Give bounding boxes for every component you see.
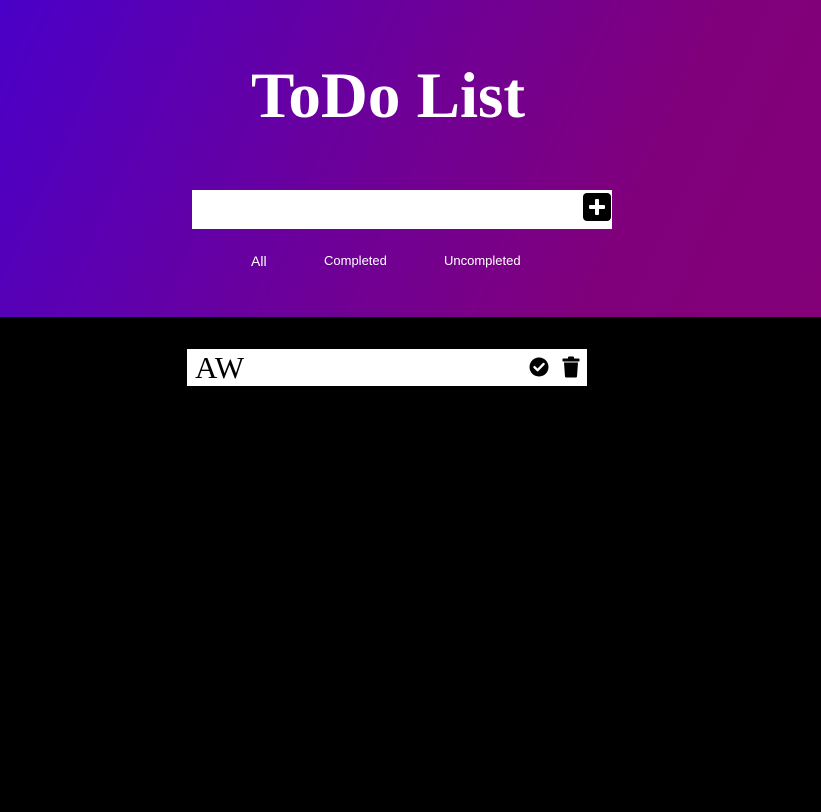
todo-text: AW: [195, 350, 245, 385]
filter-all[interactable]: All: [251, 252, 267, 270]
filter-completed[interactable]: Completed: [324, 252, 387, 270]
delete-todo-button[interactable]: [562, 356, 580, 378]
todo-item: AW: [187, 349, 587, 386]
new-todo-form: [192, 190, 612, 229]
complete-todo-button[interactable]: [529, 357, 549, 377]
header: ToDo List All Completed Uncompleted: [0, 0, 821, 317]
add-todo-button[interactable]: [583, 193, 611, 221]
page-title: ToDo List: [251, 60, 525, 132]
plus-icon: [589, 199, 605, 215]
check-circle-icon: [529, 357, 549, 377]
todo-input[interactable]: [192, 190, 577, 229]
filter-uncompleted[interactable]: Uncompleted: [444, 252, 521, 270]
trash-icon: [562, 356, 580, 378]
